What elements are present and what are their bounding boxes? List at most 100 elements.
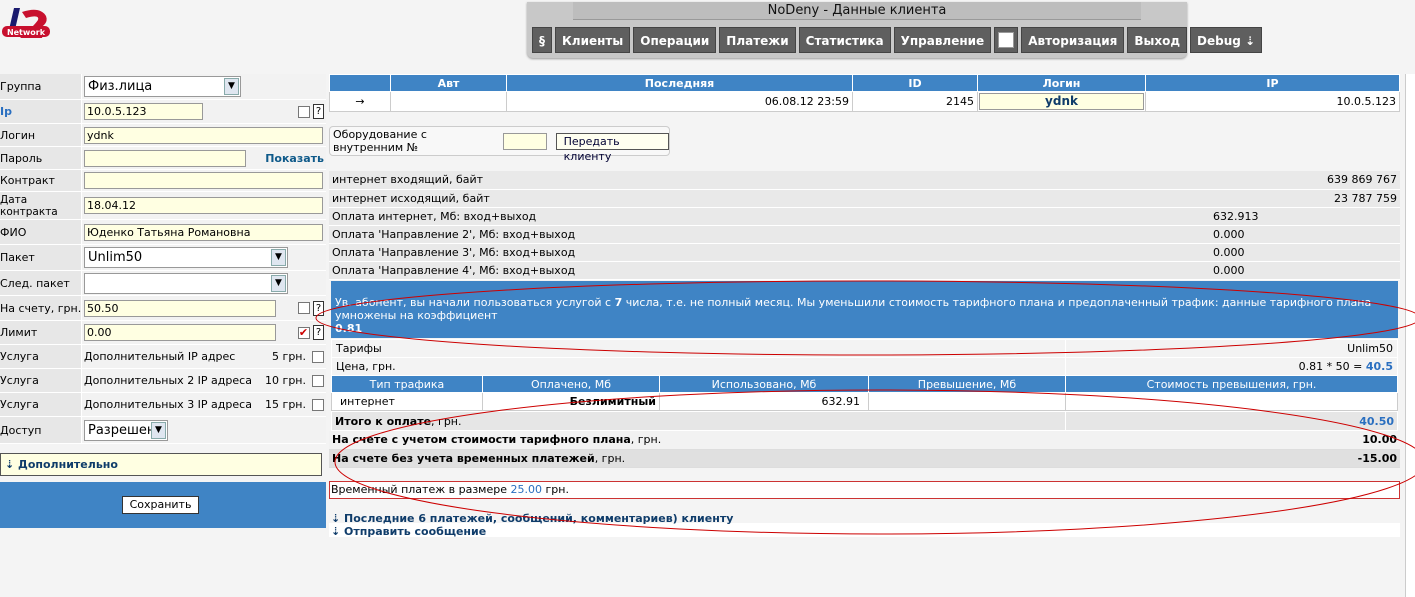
- balance-input[interactable]: 50.50: [84, 299, 276, 317]
- blank-square-icon: [998, 32, 1015, 48]
- col-header-excess: Превышение, Мб: [868, 375, 1066, 393]
- scrollbar[interactable]: [1405, 74, 1415, 597]
- cell-auth: [390, 91, 507, 112]
- arrow-icon[interactable]: →: [329, 91, 391, 112]
- send-message-link[interactable]: ⇣ Отправить сообщение: [331, 525, 486, 538]
- stat-value: 632.913: [1210, 207, 1400, 226]
- contract-date-input[interactable]: 18.04.12: [84, 197, 323, 214]
- service-price-2: 10 грн.: [265, 374, 306, 387]
- service-price-3: 15 грн.: [265, 398, 306, 411]
- network-logo: Network: [0, 4, 54, 50]
- cell-id: 2145: [852, 91, 978, 112]
- traffic-type-table: Тип трафика Оплачено, Мб Использовано, М…: [331, 375, 1398, 411]
- password-label: Пароль: [0, 147, 82, 169]
- logo-text: Network: [7, 28, 46, 37]
- service-checkbox-1[interactable]: [312, 350, 324, 363]
- col-header-used: Использовано, Мб: [659, 375, 869, 393]
- price-label: Цена, грн.: [331, 357, 1066, 376]
- service-label-2: Услуга: [0, 369, 82, 392]
- access-select-value: Разрешен: [88, 422, 156, 438]
- limit-input[interactable]: 0.00: [84, 324, 276, 341]
- chevron-down-icon: ▼: [271, 249, 286, 266]
- table-row: На счете без учета временных платежей, г…: [329, 449, 1400, 468]
- col-header-id: ID: [852, 74, 978, 92]
- contract-input[interactable]: [84, 172, 323, 189]
- ip-help-icon[interactable]: ?: [313, 104, 324, 119]
- menu-item-payments[interactable]: Платежи: [719, 27, 796, 53]
- fio-input[interactable]: Юденко Татьяна Романовна: [84, 223, 323, 241]
- contract-date-label: Дата контракта: [0, 192, 82, 219]
- cell-login[interactable]: ydnk: [979, 93, 1144, 110]
- balance-unit: , грн.: [630, 433, 662, 447]
- chevron-down-icon: ▼: [151, 421, 166, 439]
- additional-toggle[interactable]: ⇣ Дополнительно: [0, 453, 322, 476]
- client-session-table: Авт Последняя ID Логин IP → 06.08.12 23:…: [329, 74, 1400, 112]
- limit-checkbox-checked[interactable]: ✔: [297, 326, 310, 339]
- menu-item-debug[interactable]: Debug ⇣: [1190, 27, 1263, 53]
- stat-label: Оплата 'Направление 2', Мб: вход+выход: [329, 225, 1210, 244]
- contract-label: Контракт: [0, 170, 82, 191]
- chevron-down-icon: ▼: [271, 274, 286, 292]
- table-row: Оплата 'Направление 3', Мб: вход+выход 0.…: [329, 243, 1400, 262]
- login-input[interactable]: ydnk: [84, 126, 323, 144]
- group-select[interactable]: Физ.лица ▼: [84, 76, 241, 97]
- login-label: Логин: [0, 124, 82, 146]
- menu-item-operations[interactable]: Операции: [633, 27, 717, 53]
- service-checkbox-3[interactable]: [312, 398, 324, 411]
- service-name-3: Дополнительных 3 IP адреса: [84, 398, 252, 411]
- show-password-link[interactable]: Показать: [265, 152, 324, 165]
- total-value: 40.50: [1065, 411, 1398, 431]
- col-header-login: Логин: [977, 74, 1146, 92]
- col-header-traffic-type: Тип трафика: [331, 375, 483, 393]
- col-header-paid: Оплачено, Мб: [482, 375, 660, 393]
- temp-payment-amount: 25.00: [510, 483, 543, 496]
- stat-label: интернет входящий, байт: [329, 171, 1210, 190]
- page-title: NoDeny - Данные клиента: [573, 2, 1141, 20]
- stat-value: 23 787 759: [1210, 189, 1400, 208]
- total-table: Итого к оплате, грн. 40.50: [331, 411, 1398, 431]
- price-formula: 0.81 * 50 =: [1298, 360, 1366, 373]
- balance-checkbox[interactable]: [297, 302, 310, 314]
- balance-without-temp-value: -15.00: [1210, 449, 1400, 468]
- balance-table: На счете с учетом стоимости тарифного пл…: [329, 431, 1400, 468]
- ip-checkbox[interactable]: [297, 105, 310, 118]
- table-row: Оплата 'Направление 4', Мб: вход+выход 0.…: [329, 261, 1400, 280]
- total-unit: , грн.: [431, 414, 462, 428]
- package-select-value: Unlim50: [88, 250, 143, 265]
- col-header-excess-cost: Стоимость превышения, грн.: [1065, 375, 1398, 393]
- stat-value: 0.000: [1210, 243, 1400, 262]
- package-select[interactable]: Unlim50 ▼: [84, 247, 288, 268]
- cell-excess-cost: [1065, 392, 1398, 411]
- menu-item-blank[interactable]: [994, 27, 1019, 53]
- temporary-payment-notice: Временный платеж в размере 25.00 грн.: [329, 481, 1400, 499]
- col-header-ip: IP: [1145, 74, 1400, 92]
- equipment-panel: Оборудование с внутренним № Передать кли…: [329, 126, 670, 163]
- menu-item-management[interactable]: Управление: [893, 27, 992, 53]
- stat-label: интернет исходящий, байт: [329, 189, 1210, 208]
- ip-input[interactable]: 10.0.5.123: [84, 103, 203, 120]
- col-header-blank: [329, 74, 391, 92]
- stat-value: 639 869 767: [1210, 171, 1400, 190]
- menu-item-logout[interactable]: Выход: [1127, 27, 1188, 53]
- last-payments-link[interactable]: ⇣ Последние 6 платежей, сообщений, комме…: [331, 512, 733, 525]
- table-row: Итого к оплате, грн. 40.50: [331, 411, 1398, 431]
- menu-item-authorization[interactable]: Авторизация: [1021, 27, 1125, 53]
- temp-payment-text: Временный платеж в размере: [331, 483, 511, 496]
- total-label: Итого к оплате: [335, 414, 432, 428]
- password-input[interactable]: [84, 149, 246, 167]
- access-label: Доступ: [0, 417, 82, 443]
- balance-help-icon[interactable]: ?: [313, 300, 324, 316]
- lan-logo-icon: Network: [2, 8, 50, 38]
- menu-item-statistics[interactable]: Статистика: [798, 27, 891, 53]
- access-select[interactable]: Разрешен ▼: [84, 419, 168, 441]
- limit-help-icon[interactable]: ?: [313, 325, 324, 340]
- table-row: На счете с учетом стоимости тарифного пл…: [329, 431, 1400, 450]
- save-button[interactable]: Сохранить: [122, 496, 199, 514]
- stat-value: 0.000: [1210, 225, 1400, 244]
- menu-item-clients[interactable]: Клиенты: [555, 27, 631, 53]
- transfer-to-client-button[interactable]: Передать клиенту: [555, 132, 669, 163]
- service-checkbox-2[interactable]: [312, 374, 324, 387]
- menu-item-section[interactable]: §: [532, 27, 552, 53]
- next-package-select[interactable]: ▼: [84, 272, 288, 294]
- equipment-input[interactable]: [502, 132, 547, 150]
